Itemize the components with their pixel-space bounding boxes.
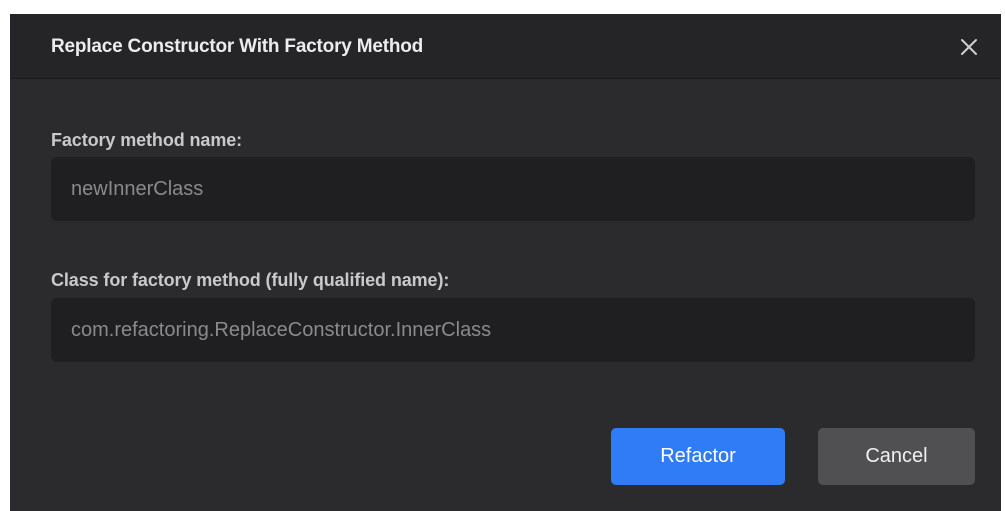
dialog-titlebar: Replace Constructor With Factory Method (10, 14, 1001, 79)
refactor-button[interactable]: Refactor (611, 428, 785, 485)
cancel-button[interactable]: Cancel (818, 428, 975, 485)
close-icon[interactable] (957, 35, 981, 59)
refactor-dialog: Replace Constructor With Factory Method … (10, 14, 1001, 511)
factory-method-label: Factory method name: (51, 130, 243, 150)
factory-method-input[interactable] (51, 157, 975, 221)
class-for-factory-input[interactable] (51, 298, 975, 362)
class-for-factory-label: Class for factory method (fully qualifie… (51, 270, 450, 290)
dialog-title: Replace Constructor With Factory Method (51, 36, 424, 57)
